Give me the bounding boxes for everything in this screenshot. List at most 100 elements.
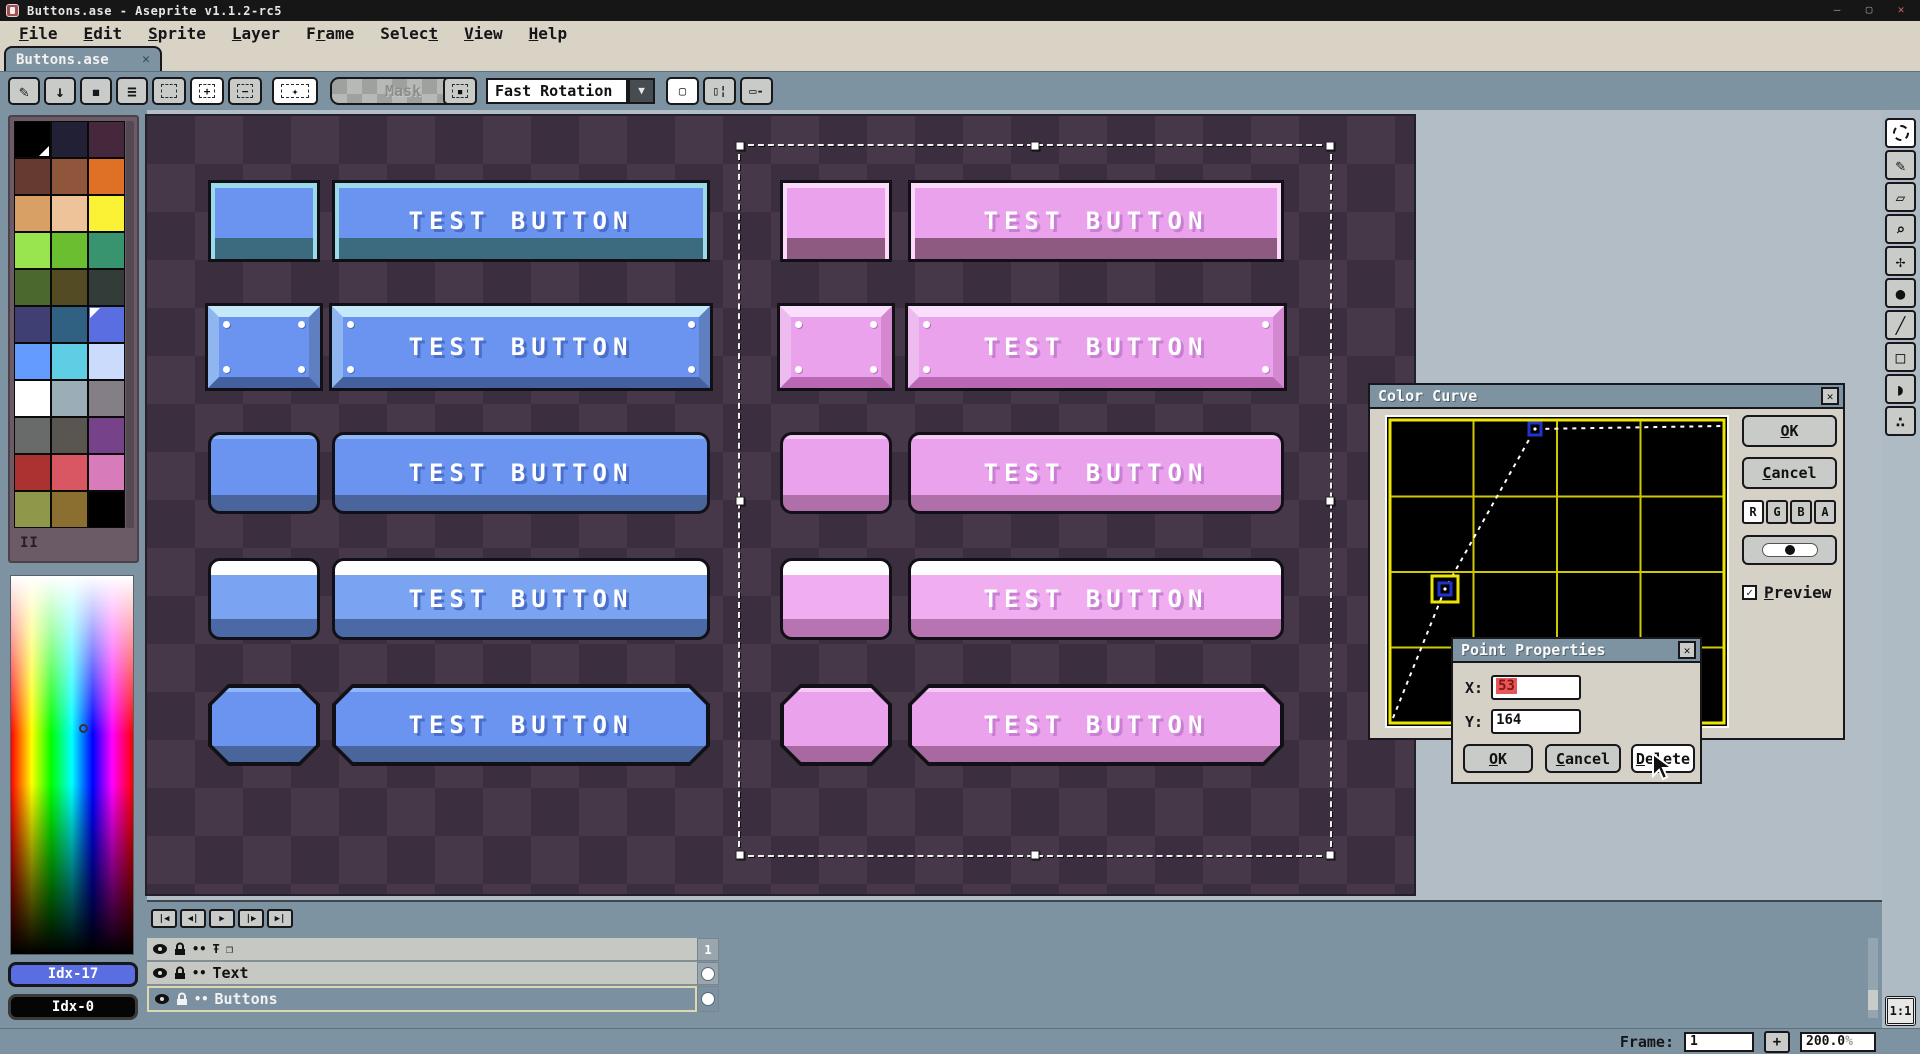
line-tool[interactable]: ╱ [1885, 310, 1916, 340]
palette-presets-button[interactable]: ▪ [80, 77, 112, 105]
minimize-button[interactable]: — [1826, 2, 1848, 18]
palette-swatch[interactable] [88, 232, 125, 269]
replace-selection-button[interactable] [152, 77, 186, 105]
selection-handle[interactable] [1031, 851, 1040, 860]
rectangle-tool[interactable]: □ [1885, 342, 1916, 372]
palette-swatch[interactable] [14, 121, 51, 158]
palette-options-button[interactable]: ≡ [116, 77, 148, 105]
spectrum-marker[interactable] [79, 724, 88, 733]
menu-sprite[interactable]: Sprite [135, 24, 219, 43]
first-frame-button[interactable]: |◀ [151, 909, 177, 928]
background-color-indicator[interactable]: Idx-0 [8, 994, 138, 1020]
palette-swatch[interactable] [14, 195, 51, 232]
selection-handle[interactable] [1031, 142, 1040, 151]
layer-row-buttons[interactable]: •• Buttons [147, 986, 697, 1012]
close-icon[interactable]: ✕ [1821, 387, 1839, 405]
menu-frame[interactable]: Frame [293, 24, 367, 43]
continuous-icon[interactable]: •• [192, 942, 206, 956]
checkbox-checked-icon[interactable]: ✓ [1742, 585, 1757, 600]
spray-tool[interactable]: ∴ [1885, 406, 1916, 436]
lock-icon[interactable] [174, 966, 186, 980]
channel-g-button[interactable]: G [1766, 500, 1788, 524]
last-frame-button[interactable]: ▶| [267, 909, 293, 928]
palette-swatch[interactable] [88, 380, 125, 417]
palette-swatch[interactable] [14, 306, 51, 343]
palette-swatch[interactable] [14, 380, 51, 417]
menu-layer[interactable]: Layer [219, 24, 293, 43]
frame-input[interactable]: 1 [1684, 1032, 1754, 1052]
rotation-algorithm-select[interactable]: Fast Rotation [486, 78, 628, 104]
palette-swatch[interactable] [14, 232, 51, 269]
curve-mode-button[interactable] [1742, 535, 1837, 565]
subtract-selection-button[interactable]: − [228, 77, 262, 105]
move-tool[interactable]: ✢ [1885, 246, 1916, 276]
cel-icon[interactable]: ❐ [226, 942, 233, 956]
pixel-ratio-button[interactable]: 1:1 [1885, 996, 1916, 1026]
dialog-title-bar[interactable]: Color Curve ✕ [1370, 385, 1843, 409]
tab-buttons-ase[interactable]: Buttons.ase ✕ [4, 46, 162, 71]
cancel-button[interactable]: Cancel [1742, 457, 1837, 489]
cel-text[interactable] [697, 962, 719, 985]
eraser-tool[interactable]: ▱ [1885, 182, 1916, 212]
palette-swatch[interactable] [88, 121, 125, 158]
foreground-color-indicator[interactable]: Idx-17 [8, 962, 138, 987]
rounded-rect-button[interactable]: ▢ [666, 77, 699, 105]
palette-swatch[interactable] [51, 232, 88, 269]
pencil-tool[interactable]: ✎ [1885, 150, 1916, 180]
menu-help[interactable]: Help [516, 24, 581, 43]
palette-swatch[interactable] [14, 491, 51, 528]
channel-a-button[interactable]: A [1814, 500, 1836, 524]
palette-swatch[interactable] [51, 158, 88, 195]
palette-swatch[interactable] [51, 417, 88, 454]
close-icon[interactable]: ✕ [1678, 641, 1696, 659]
ok-button[interactable]: OK [1742, 415, 1837, 447]
continuous-icon[interactable]: •• [192, 966, 206, 980]
selection-handle[interactable] [736, 851, 745, 860]
symmetry-vertical-button[interactable]: ▯¦ [703, 77, 736, 105]
palette-swatch[interactable] [51, 306, 88, 343]
menu-select[interactable]: Select [367, 24, 451, 43]
play-button[interactable]: ▶ [209, 909, 235, 928]
palette-swatch[interactable] [88, 269, 125, 306]
palette-swatch[interactable] [88, 306, 125, 343]
color-spectrum-picker[interactable] [10, 575, 134, 955]
continuous-icon[interactable]: •• [194, 992, 208, 1006]
palette-swatch[interactable] [51, 491, 88, 528]
next-frame-button[interactable]: |▶ [238, 909, 264, 928]
palette-swatch[interactable] [51, 343, 88, 380]
palette-swatch[interactable] [88, 343, 125, 380]
cel-buttons[interactable] [697, 986, 719, 1012]
palette-swatch[interactable] [88, 491, 125, 528]
lock-icon[interactable] [176, 992, 188, 1006]
selection-handle[interactable] [736, 142, 745, 151]
preview-checkbox-row[interactable]: ✓ Preview [1742, 583, 1831, 602]
cancel-button[interactable]: Cancel [1545, 744, 1621, 773]
palette-swatch[interactable] [14, 343, 51, 380]
edit-palette-button[interactable]: ✎ [8, 77, 40, 105]
anchor-icon[interactable]: Ŧ [212, 942, 219, 956]
symmetry-horizontal-button[interactable]: ▭- [740, 77, 773, 105]
palette-swatch[interactable] [88, 417, 125, 454]
layer-row-text[interactable]: •• Text [147, 962, 697, 985]
close-button[interactable]: ✕ [1890, 2, 1912, 18]
grid-button[interactable]: ▪ [443, 77, 477, 105]
channel-r-button[interactable]: R [1742, 500, 1764, 524]
contour-tool[interactable]: ◗ [1885, 374, 1916, 404]
palette-swatch[interactable] [14, 417, 51, 454]
x-input[interactable]: 53 [1491, 675, 1581, 700]
palette-swatch[interactable] [51, 269, 88, 306]
palette-swatch[interactable] [51, 380, 88, 417]
palette-swatch[interactable] [51, 454, 88, 491]
selection-handle[interactable] [1326, 142, 1335, 151]
lock-icon[interactable] [174, 942, 186, 956]
dialog-title-bar[interactable]: Point Properties ✕ [1453, 639, 1700, 663]
palette-swatch[interactable] [88, 454, 125, 491]
chevron-down-icon[interactable]: ▼ [628, 78, 655, 104]
zoom-input[interactable]: 200.0% [1800, 1032, 1876, 1052]
palette-swatch[interactable] [88, 158, 125, 195]
palette-swatch[interactable] [14, 269, 51, 306]
sort-palette-button[interactable]: ↓ [44, 77, 76, 105]
palette-swatch[interactable] [51, 121, 88, 158]
add-selection-button[interactable]: + [190, 77, 224, 105]
palette-swatch[interactable] [14, 454, 51, 491]
